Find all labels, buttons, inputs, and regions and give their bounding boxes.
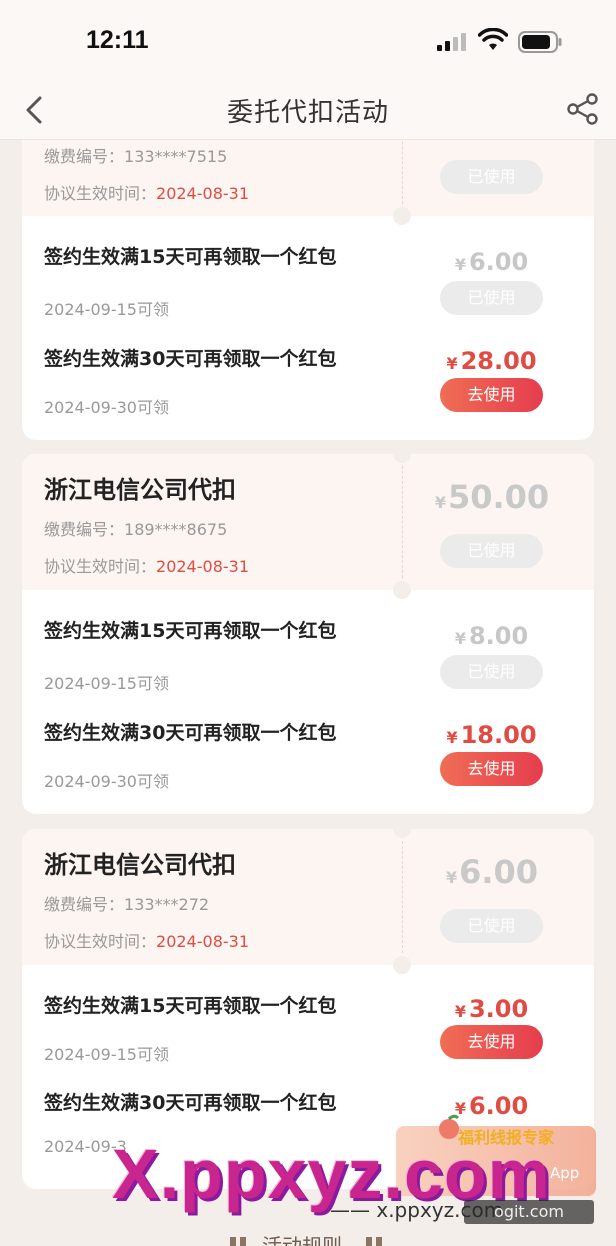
use-button[interactable]: 去使用 — [440, 378, 543, 412]
wifi-icon — [478, 28, 508, 50]
rules-link[interactable]: 活动规则 — [262, 1230, 342, 1246]
decoration-icon — [366, 1237, 382, 1246]
effective-date: 协议生效时间：2024-08-31 — [44, 184, 249, 203]
used-button[interactable]: 已使用 — [440, 534, 543, 568]
reward-title: 签约生效满30天可再领取一个红包 — [44, 348, 337, 370]
decoration-icon — [230, 1237, 246, 1246]
reward-date: 2024-09-15可领 — [44, 300, 169, 319]
reward-date: 2024-09-30可领 — [44, 398, 169, 417]
signal-icon — [437, 33, 467, 51]
deduction-card: 缴费编号：133****7515 协议生效时间：2024-08-31 已使用 签… — [22, 140, 594, 440]
card-header: 浙江电信公司代扣 缴费编号：189****8675 协议生效时间：2024-08… — [22, 454, 594, 590]
share-icon[interactable] — [566, 92, 600, 126]
used-button[interactable]: 已使用 — [440, 655, 543, 689]
watermark-badge-app: App — [550, 1164, 580, 1182]
watermark-tag: ogit.com — [464, 1200, 594, 1224]
used-button[interactable]: 已使用 — [440, 160, 543, 194]
status-bar: 12:11 — [0, 0, 616, 80]
deduction-amount: ¥6.00 — [445, 853, 539, 891]
page-title: 委托代扣活动 — [226, 98, 389, 128]
effective-date: 协议生效时间：2024-08-31 — [44, 557, 249, 576]
reward-title: 签约生效满15天可再领取一个红包 — [44, 620, 337, 642]
battery-icon — [518, 31, 562, 53]
reward-amount: ¥3.00 — [454, 995, 529, 1023]
status-time: 12:11 — [86, 26, 149, 54]
reward-date: 2024-09-30可领 — [44, 772, 169, 791]
reward-amount: ¥6.00 — [454, 248, 529, 276]
reward-amount: ¥28.00 — [446, 347, 537, 375]
deduction-amount: ¥50.00 — [434, 478, 550, 516]
effective-date: 协议生效时间：2024-08-31 — [44, 932, 249, 951]
content-scroll[interactable]: 缴费编号：133****7515 协议生效时间：2024-08-31 已使用 签… — [0, 140, 616, 1246]
card-header: 浙江电信公司代扣 缴费编号：133***272 协议生效时间：2024-08-3… — [22, 829, 594, 965]
nav-bar: 委托代扣活动 — [0, 80, 616, 140]
reward-date: 2024-09-15可领 — [44, 1045, 169, 1064]
reward-date: 2024-09-15可领 — [44, 674, 169, 693]
reward-amount: ¥18.00 — [446, 721, 537, 749]
card-header: 缴费编号：133****7515 协议生效时间：2024-08-31 已使用 — [22, 140, 594, 216]
used-button[interactable]: 已使用 — [440, 909, 543, 943]
deduction-card: 浙江电信公司代扣 缴费编号：189****8675 协议生效时间：2024-08… — [22, 454, 594, 814]
reward-title: 签约生效满30天可再领取一个红包 — [44, 1092, 337, 1114]
company-name: 浙江电信公司代扣 — [44, 851, 236, 879]
use-button[interactable]: 去使用 — [440, 752, 543, 786]
account-number: 缴费编号：133***272 — [44, 895, 210, 914]
reward-title: 签约生效满15天可再领取一个红包 — [44, 246, 337, 268]
company-name: 浙江电信公司代扣 — [44, 476, 236, 504]
used-button[interactable]: 已使用 — [440, 281, 543, 315]
reward-title: 签约生效满15天可再领取一个红包 — [44, 995, 337, 1017]
account-number: 缴费编号：189****8675 — [44, 520, 228, 539]
use-button[interactable]: 去使用 — [440, 1025, 543, 1059]
account-number: 缴费编号：133****7515 — [44, 147, 228, 166]
reward-title: 签约生效满30天可再领取一个红包 — [44, 722, 337, 744]
reward-amount: ¥8.00 — [454, 622, 529, 650]
